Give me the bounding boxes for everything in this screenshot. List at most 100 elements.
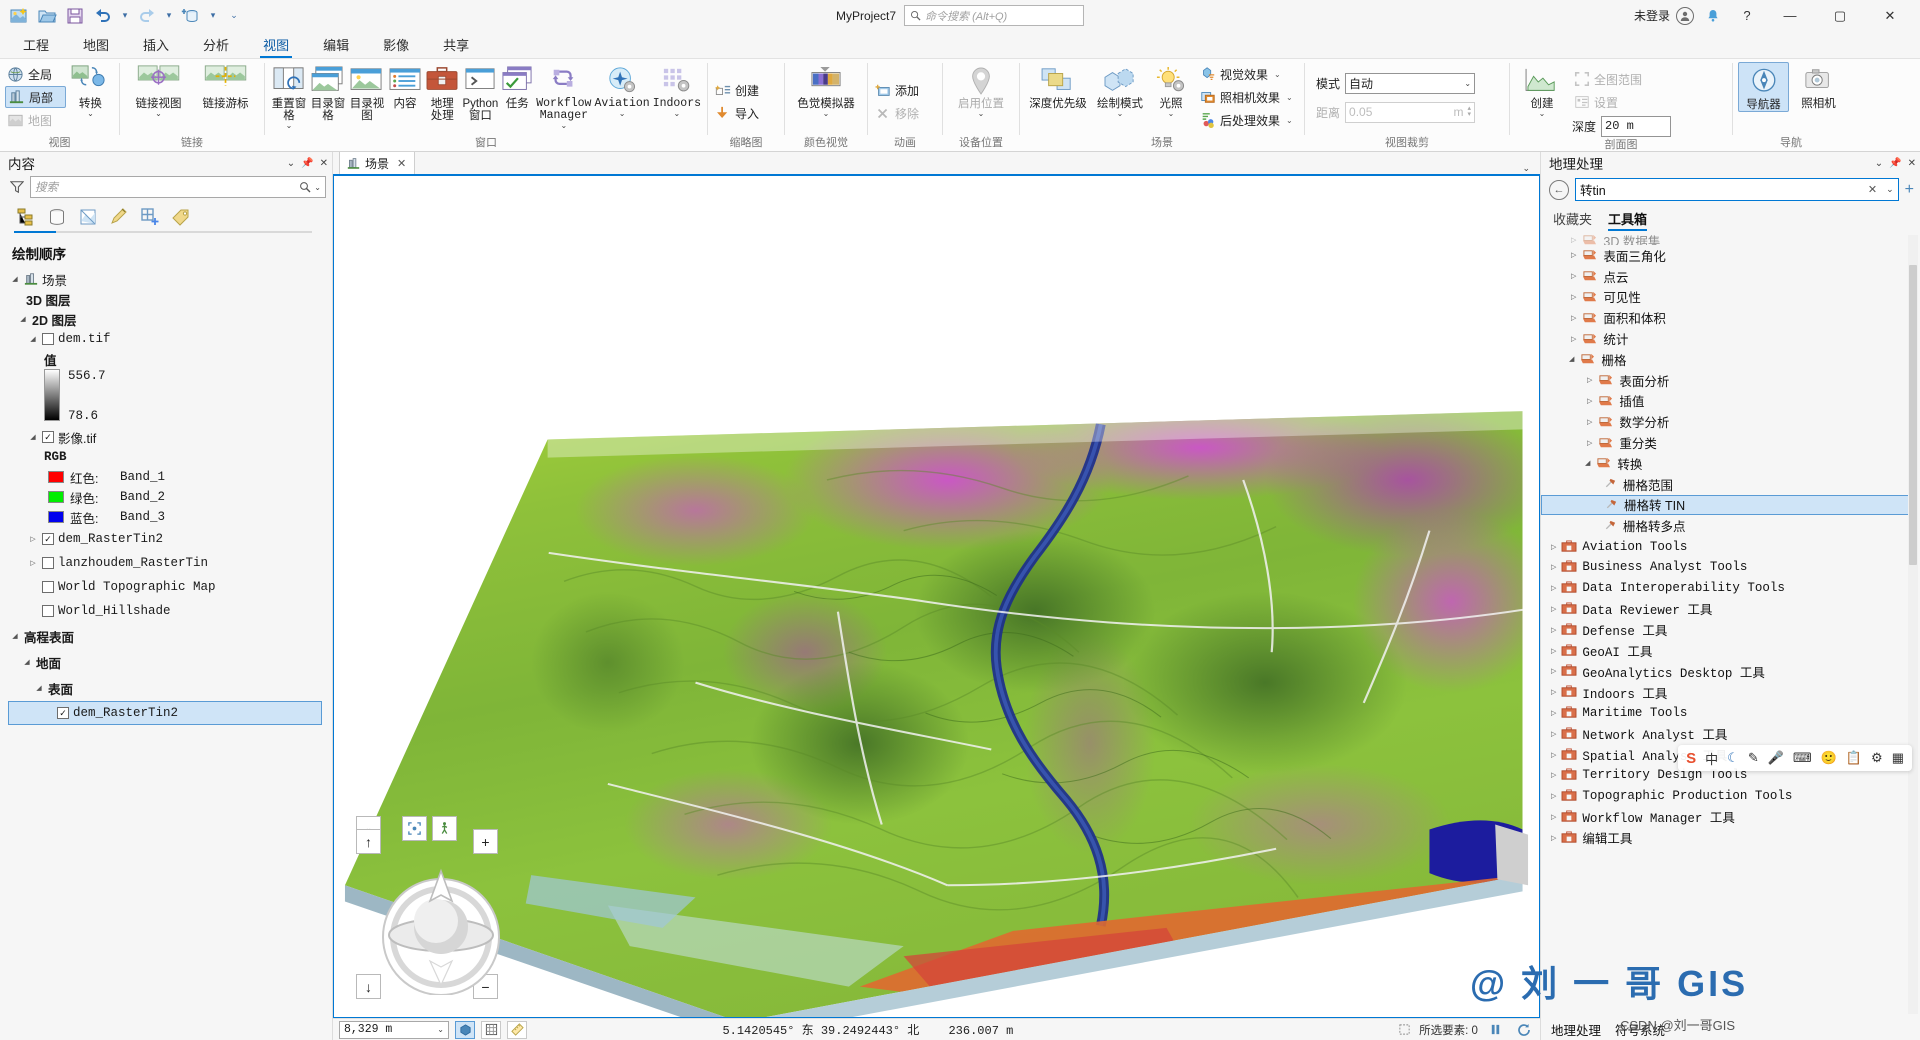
chevron-down-icon[interactable]: ⌄ <box>1875 158 1883 169</box>
view-tabs-overflow-icon[interactable]: ⌄ <box>1522 163 1540 174</box>
close-icon[interactable]: ✕ <box>320 158 328 169</box>
close-button[interactable]: ✕ <box>1868 1 1912 31</box>
collapse-arrow-icon[interactable]: ▷ <box>1551 771 1556 779</box>
ime-emoji-icon[interactable]: 🙂 <box>1821 750 1837 766</box>
undo-dropdown-icon[interactable]: ▾ <box>118 4 132 28</box>
reset-panes-dropdown-icon[interactable]: ⌄ <box>286 122 293 130</box>
layer-checkbox[interactable] <box>42 581 54 593</box>
color-vision-simulator-button[interactable]: 色觉模拟器 ⌄ <box>790 62 862 118</box>
camera-effects-button[interactable]: 照相机效果 ⌄ <box>1198 86 1297 108</box>
collapse-arrow-icon[interactable]: ▷ <box>1571 272 1576 280</box>
tree-item-image-tif[interactable]: ◢ ✓ 影像.tif <box>0 427 332 447</box>
tree-item-world-topographic-map[interactable]: World Topographic Map <box>0 575 332 599</box>
filter-icon[interactable] <box>8 180 26 194</box>
geoprocessing-tree-row-raster[interactable]: ◢ 栅格 <box>1541 349 1920 370</box>
geoprocessing-toolbox-topographic-production[interactable]: ▷ Topographic Production Tools <box>1541 786 1920 807</box>
redo-icon[interactable] <box>134 3 160 29</box>
remove-animation-button[interactable]: 移除 <box>873 103 923 125</box>
tab-favorites[interactable]: 收藏夹 <box>1553 209 1592 231</box>
contents-button[interactable]: 内容 <box>387 62 423 110</box>
expand-arrow-icon[interactable]: ◢ <box>18 315 28 323</box>
ime-handwriting-icon[interactable]: ✎ <box>1748 750 1759 766</box>
tab-edit[interactable]: 编辑 <box>306 33 366 58</box>
avatar[interactable] <box>1676 6 1694 25</box>
profile-create-button[interactable]: 创建 ⌄ <box>1515 62 1569 118</box>
geoprocessing-tree-row-interpolation[interactable]: ▷ 插值 <box>1541 391 1920 412</box>
collapse-arrow-icon[interactable]: ▷ <box>1587 418 1592 426</box>
grid-icon[interactable] <box>481 1020 501 1039</box>
geoprocessing-toolbox-geoai[interactable]: ▷ GeoAI 工具 <box>1541 640 1920 661</box>
geoprocessing-toolbox-business-analyst[interactable]: ▷ Business Analyst Tools <box>1541 557 1920 578</box>
collapse-arrow-icon[interactable]: ▷ <box>1551 688 1556 696</box>
collapse-arrow-icon[interactable]: ▷ <box>1587 439 1592 447</box>
ime-grid-icon[interactable]: ▦ <box>1892 750 1904 766</box>
profile-depth-input[interactable]: 20 m <box>1601 115 1672 137</box>
pin-icon[interactable]: 📌 <box>1889 158 1901 169</box>
enable-location-button[interactable]: 启用位置 ⌄ <box>948 62 1014 118</box>
clip-mode-combo[interactable]: 自动 ⌄ <box>1345 72 1476 94</box>
tab-view[interactable]: 视图 <box>246 33 306 58</box>
add-toolbox-icon[interactable]: + <box>1905 181 1914 199</box>
view-global-button[interactable]: 全局 <box>5 63 66 85</box>
catalog-view-button[interactable]: 目录视图 <box>348 62 386 122</box>
ime-moon-icon[interactable]: ☾ <box>1727 750 1739 766</box>
chevron-down-icon[interactable]: ⌄ <box>1460 79 1471 88</box>
clip-distance-input[interactable]: 0.05 m ▴ ▾ <box>1345 101 1476 123</box>
geoprocessing-toolbox-geoanalytics-desktop[interactable]: ▷ GeoAnalytics Desktop 工具 <box>1541 661 1920 682</box>
footer-tab-geoprocessing[interactable]: 地理处理 <box>1551 1020 1601 1039</box>
ime-keyboard-icon[interactable]: ⌨ <box>1793 750 1812 766</box>
import-thumbnail-button[interactable]: 导入 <box>713 103 763 125</box>
sogou-logo-icon[interactable]: S <box>1686 750 1696 767</box>
geoprocessing-toolbox-workflow-manager[interactable]: ▷ Workflow Manager 工具 <box>1541 807 1920 828</box>
tree-item-dem-rastertin2[interactable]: ▷ ✓ dem_RasterTin2 <box>0 527 332 551</box>
reset-panes-button[interactable]: 重置窗格 ⌄ <box>270 62 308 130</box>
expand-arrow-icon[interactable]: ◢ <box>34 684 44 692</box>
geoprocessing-tree-row-statistics[interactable]: ▷ 统计 <box>1541 328 1920 349</box>
tab-insert[interactable]: 插入 <box>126 33 186 58</box>
map-scale-input[interactable]: 8,329 m ⌄ <box>339 1020 449 1039</box>
collapse-arrow-icon[interactable]: ▷ <box>28 535 38 543</box>
draw-mode-button[interactable]: 绘制模式 ⌄ <box>1092 62 1148 118</box>
list-by-labeling-icon[interactable] <box>169 205 193 229</box>
collapse-arrow-icon[interactable]: ▷ <box>1551 584 1556 592</box>
list-by-editing-icon[interactable] <box>107 205 131 229</box>
convert-view-button[interactable]: 转换 ⌄ <box>67 62 114 118</box>
help-icon[interactable]: ? <box>1732 1 1762 31</box>
geoprocessing-toolbox-network-analyst[interactable]: ▷ Network Analyst 工具 <box>1541 723 1920 744</box>
tab-analysis[interactable]: 分析 <box>186 33 246 58</box>
collapse-arrow-icon[interactable]: ▷ <box>1587 376 1592 384</box>
catalog-pane-button[interactable]: 目录窗格 <box>309 62 347 122</box>
close-icon[interactable]: ✕ <box>397 157 406 170</box>
python-window-button[interactable]: Python 窗口 <box>461 62 499 122</box>
geoprocessing-toolbox-aviation[interactable]: ▷ Aviation Tools <box>1541 536 1920 557</box>
geoprocessing-tool-raster-domain[interactable]: 栅格范围 <box>1541 474 1920 495</box>
new-project-icon[interactable] <box>6 3 32 29</box>
navigator-button[interactable]: 导航器 <box>1738 62 1790 112</box>
collapse-arrow-icon[interactable]: ▷ <box>1551 792 1556 800</box>
close-icon[interactable]: ✕ <box>1908 158 1916 169</box>
layer-checkbox[interactable] <box>42 333 54 345</box>
tree-item-scene[interactable]: ◢ 场景 <box>0 269 332 289</box>
camera-button[interactable]: 照相机 <box>1793 62 1844 110</box>
aviation-button[interactable]: Aviation ⌄ <box>593 62 650 118</box>
list-by-selection-icon[interactable] <box>76 205 100 229</box>
navigator-up-button[interactable]: ↑ <box>356 829 381 854</box>
draw-mode-dropdown-icon[interactable]: ⌄ <box>1117 110 1124 118</box>
aviation-dropdown-icon[interactable]: ⌄ <box>619 110 626 118</box>
expand-arrow-icon[interactable]: ◢ <box>1585 459 1590 467</box>
list-by-data-source-icon[interactable] <box>45 205 69 229</box>
geoprocessing-toolbox-data-interoperability[interactable]: ▷ Data Interoperability Tools <box>1541 578 1920 599</box>
tree-item-world-hillshade[interactable]: World_Hillshade <box>0 599 332 623</box>
link-views-button[interactable]: 链接视图 ⌄ <box>126 62 192 118</box>
tree-item-surface[interactable]: ◢ 表面 <box>0 675 332 701</box>
illumination-dropdown-icon[interactable]: ⌄ <box>1168 110 1175 118</box>
geoprocessing-toolbox-indoors[interactable]: ▷ Indoors 工具 <box>1541 682 1920 703</box>
collapse-arrow-icon[interactable]: ▷ <box>1551 563 1556 571</box>
collapse-arrow-icon[interactable]: ▷ <box>1551 709 1556 717</box>
visual-effects-button[interactable]: 视觉效果 ⌄ <box>1198 63 1297 85</box>
collapse-arrow-icon[interactable]: ▷ <box>1571 293 1576 301</box>
collapse-arrow-icon[interactable]: ▷ <box>1551 834 1556 842</box>
link-views-dropdown-icon[interactable]: ⌄ <box>155 110 162 118</box>
ime-settings-icon[interactable]: ⚙ <box>1871 750 1883 766</box>
tree-item-lanzhoudem-rastertin[interactable]: ▷ lanzhoudem_RasterTin <box>0 551 332 575</box>
